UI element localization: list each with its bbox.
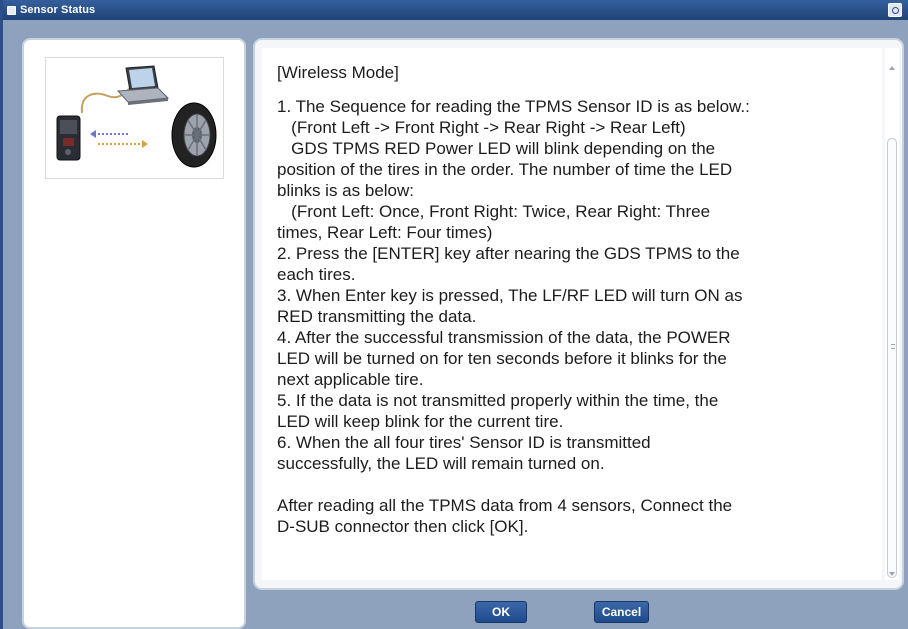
instruction-line: (Front Left: Once, Front Right: Twice, R… [277,202,711,221]
instruction-line: 6. When the all four tires' Sensor ID is… [277,433,651,452]
instruction-line: 4. After the successful transmission of … [277,328,731,347]
scroll-down-icon[interactable] [889,572,895,576]
instruction-line: position of the tires in the order. The … [277,160,733,179]
instruction-line: (Front Left -> Front Right -> Rear Right… [277,118,686,137]
instruction-line: successfully, the LED will remain turned… [277,454,605,473]
mode-title: [Wireless Mode] [277,63,399,82]
instruction-line: 2. Press the [ENTER] key after nearing t… [277,244,740,263]
instruction-line: 3. When Enter key is pressed, The LF/RF … [277,286,743,305]
window-control-button[interactable] [888,3,902,17]
closing-line: After reading all the TPMS data from 4 s… [277,496,733,515]
title-bar[interactable]: Sensor Status [3,0,908,20]
window-title: Sensor Status [20,4,96,16]
scroll-up-icon[interactable] [889,66,895,70]
scrollbar-thumb[interactable] [887,138,897,578]
instructions-panel: [Wireless Mode] 1. The Sequence for read… [253,38,904,590]
instruction-line: LED will keep blink for the current tire… [277,412,564,431]
restore-icon [891,6,899,14]
laptop-icon [116,65,170,105]
sensor-status-window: Sensor Status [Wireless Mode] 1. The Seq… [0,0,908,629]
instruction-line: 1. The Sequence for reading the TPMS Sen… [277,97,750,116]
cancel-button[interactable]: Cancel [594,601,649,623]
scan-tool-icon [56,115,81,161]
ok-button[interactable]: OK [475,601,527,623]
scrollbar-grip-icon [891,344,895,349]
instructions-text[interactable]: [Wireless Mode] 1. The Sequence for read… [262,48,882,580]
instruction-line: times, Rear Left: Four times) [277,223,493,242]
instruction-line: GDS TPMS RED Power LED will blink depend… [277,139,716,158]
app-icon [7,5,16,15]
vertical-scrollbar[interactable] [885,48,899,580]
tire-icon [171,102,217,168]
instruction-line: blinks is as below: [277,181,415,200]
instruction-line: 5. If the data is not transmitted proper… [277,391,719,410]
instruction-line: LED will be turned on for ten seconds be… [277,349,727,368]
wireless-arrow-icon [90,130,148,148]
tpms-illustration [45,57,224,179]
illustration-panel [22,38,246,629]
instruction-line: RED transmitting the data. [277,307,477,326]
closing-line: D-SUB connector then click [OK]. [277,517,529,536]
instruction-line: next applicable tire. [277,370,424,389]
instruction-line: each tires. [277,265,356,284]
